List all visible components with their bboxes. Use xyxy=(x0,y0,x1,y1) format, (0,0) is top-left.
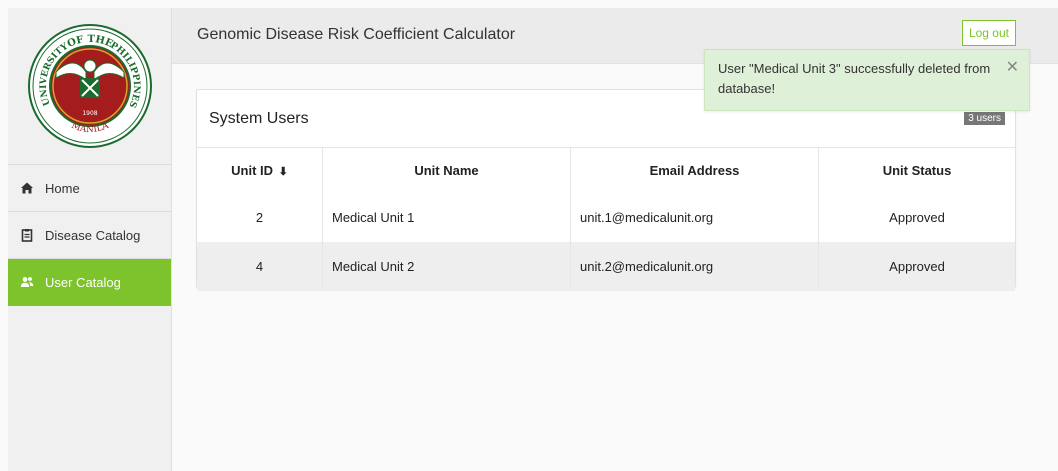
cell-email: unit.2@medicalunit.org xyxy=(570,242,819,291)
logout-button[interactable]: Log out xyxy=(961,20,1016,46)
university-seal-logo: OF THE UNIVERSITY PHILIPPINES MANILA 190… xyxy=(27,24,152,148)
sidebar-item-home[interactable]: Home xyxy=(8,165,171,212)
close-icon[interactable]: ✕ xyxy=(1006,60,1019,76)
cell-unit-name: Medical Unit 1 xyxy=(322,193,571,242)
panel-title: System Users xyxy=(209,110,309,127)
sidebar-nav: Home Disease Catalog User Catalog xyxy=(8,165,171,306)
logo-container: OF THE UNIVERSITY PHILIPPINES MANILA 190… xyxy=(8,8,171,165)
sort-descending-icon: ⬇ xyxy=(278,166,288,178)
users-table: Unit ID ⬇ Unit Name Email Address Unit S… xyxy=(197,148,1015,291)
success-toast: User "Medical Unit 3" successfully delet… xyxy=(704,49,1030,111)
cell-unit-id: 2 xyxy=(197,193,323,242)
sidebar-item-label: Disease Catalog xyxy=(45,227,141,243)
column-header-email[interactable]: Email Address xyxy=(570,148,819,193)
page-title: Genomic Disease Risk Coefficient Calcula… xyxy=(197,26,516,43)
column-header-unit-name[interactable]: Unit Name xyxy=(322,148,571,193)
toast-message: User "Medical Unit 3" successfully delet… xyxy=(718,61,991,96)
sidebar-item-label: User Catalog xyxy=(45,274,121,290)
cell-email: unit.1@medicalunit.org xyxy=(570,193,819,242)
cell-unit-name: Medical Unit 2 xyxy=(322,242,571,291)
column-header-unit-id[interactable]: Unit ID ⬇ xyxy=(197,148,323,193)
table-row[interactable]: 4 Medical Unit 2 unit.2@medicalunit.org … xyxy=(197,242,1015,291)
sidebar: OF THE UNIVERSITY PHILIPPINES MANILA 190… xyxy=(8,8,172,471)
cell-unit-id: 4 xyxy=(197,242,323,291)
user-count-badge: 3 users xyxy=(964,112,1005,125)
home-icon xyxy=(20,181,34,195)
column-header-label: Unit ID xyxy=(231,163,274,178)
sidebar-item-user-catalog[interactable]: User Catalog xyxy=(8,259,171,306)
cell-status: Approved xyxy=(818,242,1015,291)
clipboard-icon xyxy=(20,228,34,242)
users-icon xyxy=(20,275,34,289)
table-header-row: Unit ID ⬇ Unit Name Email Address Unit S… xyxy=(197,148,1015,193)
logo-year: 1908 xyxy=(82,110,97,117)
app-frame: OF THE UNIVERSITY PHILIPPINES MANILA 190… xyxy=(8,8,1058,471)
sidebar-item-disease-catalog[interactable]: Disease Catalog xyxy=(8,212,171,259)
system-users-panel: System Users 3 users Unit ID ⬇ Unit Name… xyxy=(196,89,1016,291)
column-header-status[interactable]: Unit Status xyxy=(819,148,1016,193)
table-row[interactable]: 2 Medical Unit 1 unit.1@medicalunit.org … xyxy=(197,193,1015,242)
sidebar-item-label: Home xyxy=(45,180,80,196)
cell-status: Approved xyxy=(889,210,945,225)
